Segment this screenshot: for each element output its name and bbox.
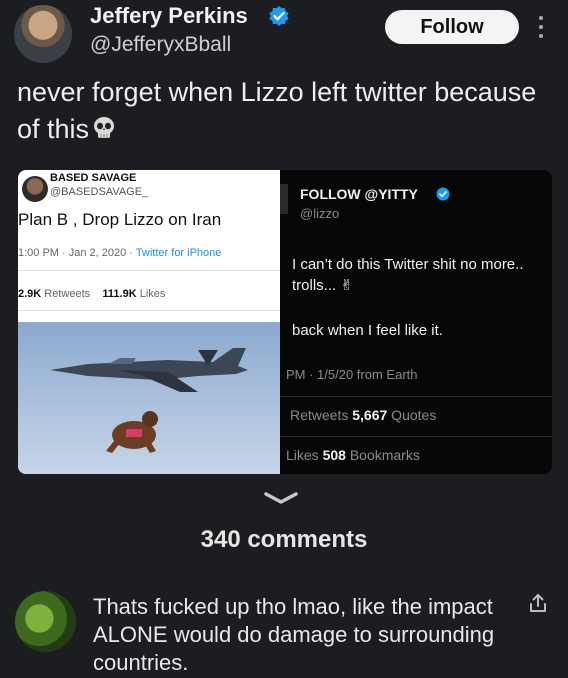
post-text: never forget when Lizzo left twitter bec…	[17, 74, 537, 148]
left-tweet-time: 1:00 PM · Jan 2, 2020 ·	[18, 247, 136, 259]
likes-value: 111.9K	[102, 288, 137, 300]
left-tweet-handle: @BASEDSAVAGE_	[50, 186, 149, 198]
left-tweet-avatar	[22, 176, 48, 202]
right-tweet-line-1: I can’t do this Twitter shit no more..	[292, 256, 524, 273]
right-tweet-avatar	[280, 184, 288, 214]
right-tweet-line-3: back when I feel like it.	[292, 322, 443, 339]
quotes-label: Quotes	[387, 407, 437, 423]
likes-label: Likes	[286, 447, 323, 463]
share-icon[interactable]	[527, 592, 549, 614]
retweets-label: Retweets	[290, 407, 353, 423]
left-tweet-name: BASED SAVAGE	[50, 172, 137, 184]
chevron-down-icon[interactable]	[263, 491, 299, 505]
falling-figure-graphic	[106, 411, 158, 453]
left-tweet-text: Plan B , Drop Lizzo on Iran	[18, 210, 222, 229]
comments-count[interactable]: 340 comments	[0, 526, 568, 554]
right-tweet-meta: PM · 1/5/20 from Earth	[286, 367, 418, 382]
fighter-jet-graphic	[50, 348, 248, 392]
right-tweet-screenshot: FOLLOW @YITTY @lizzo I can’t do this Twi…	[280, 170, 552, 474]
quotes-value: 5,667	[352, 407, 388, 423]
left-tweet-source: Twitter for iPhone	[135, 247, 222, 259]
divider	[280, 396, 552, 397]
divider	[18, 270, 280, 271]
commenter-avatar[interactable]	[15, 591, 76, 652]
post-image[interactable]: BASED SAVAGE @BASEDSAVAGE_ Plan B , Drop…	[18, 170, 552, 474]
post-header: Jeffery Perkins @JefferyxBball Follow	[0, 0, 568, 64]
left-tweet-stats: 2.9K Retweets 111.9K Likes	[18, 288, 165, 300]
author-name[interactable]: Jeffery Perkins	[90, 3, 248, 29]
right-tweet-line-2: trolls... ✌	[292, 277, 353, 294]
right-tweet-like-stats: Likes 508 Bookmarks	[286, 447, 420, 463]
skull-icon	[94, 117, 115, 138]
author-handle[interactable]: @JefferyxBball	[90, 33, 231, 57]
right-tweet-handle: @lizzo	[300, 206, 340, 221]
verified-badge-icon	[436, 187, 450, 201]
bookmarks-label: Bookmarks	[345, 447, 420, 463]
comment-text: Thats fucked up tho lmao, like the impac…	[93, 594, 495, 675]
divider	[280, 436, 552, 437]
right-tweet-retweet-stats: Retweets 5,667 Quotes	[290, 407, 436, 423]
left-tweet-screenshot: BASED SAVAGE @BASEDSAVAGE_ Plan B , Drop…	[18, 170, 280, 474]
more-options-icon[interactable]	[534, 12, 548, 42]
left-tweet-meta: 1:00 PM · Jan 2, 2020 · Twitter for iPho…	[18, 247, 221, 259]
follow-button[interactable]: Follow	[385, 10, 519, 44]
author-avatar[interactable]	[14, 5, 72, 63]
right-tweet-name: FOLLOW @YITTY	[300, 186, 418, 202]
likes-label: Likes	[136, 288, 166, 300]
bookmarks-value: 508	[322, 447, 346, 463]
retweets-value: 2.9K	[18, 288, 42, 300]
divider	[18, 310, 280, 311]
retweets-label: Retweets	[41, 288, 91, 300]
verified-badge-icon	[269, 6, 289, 26]
